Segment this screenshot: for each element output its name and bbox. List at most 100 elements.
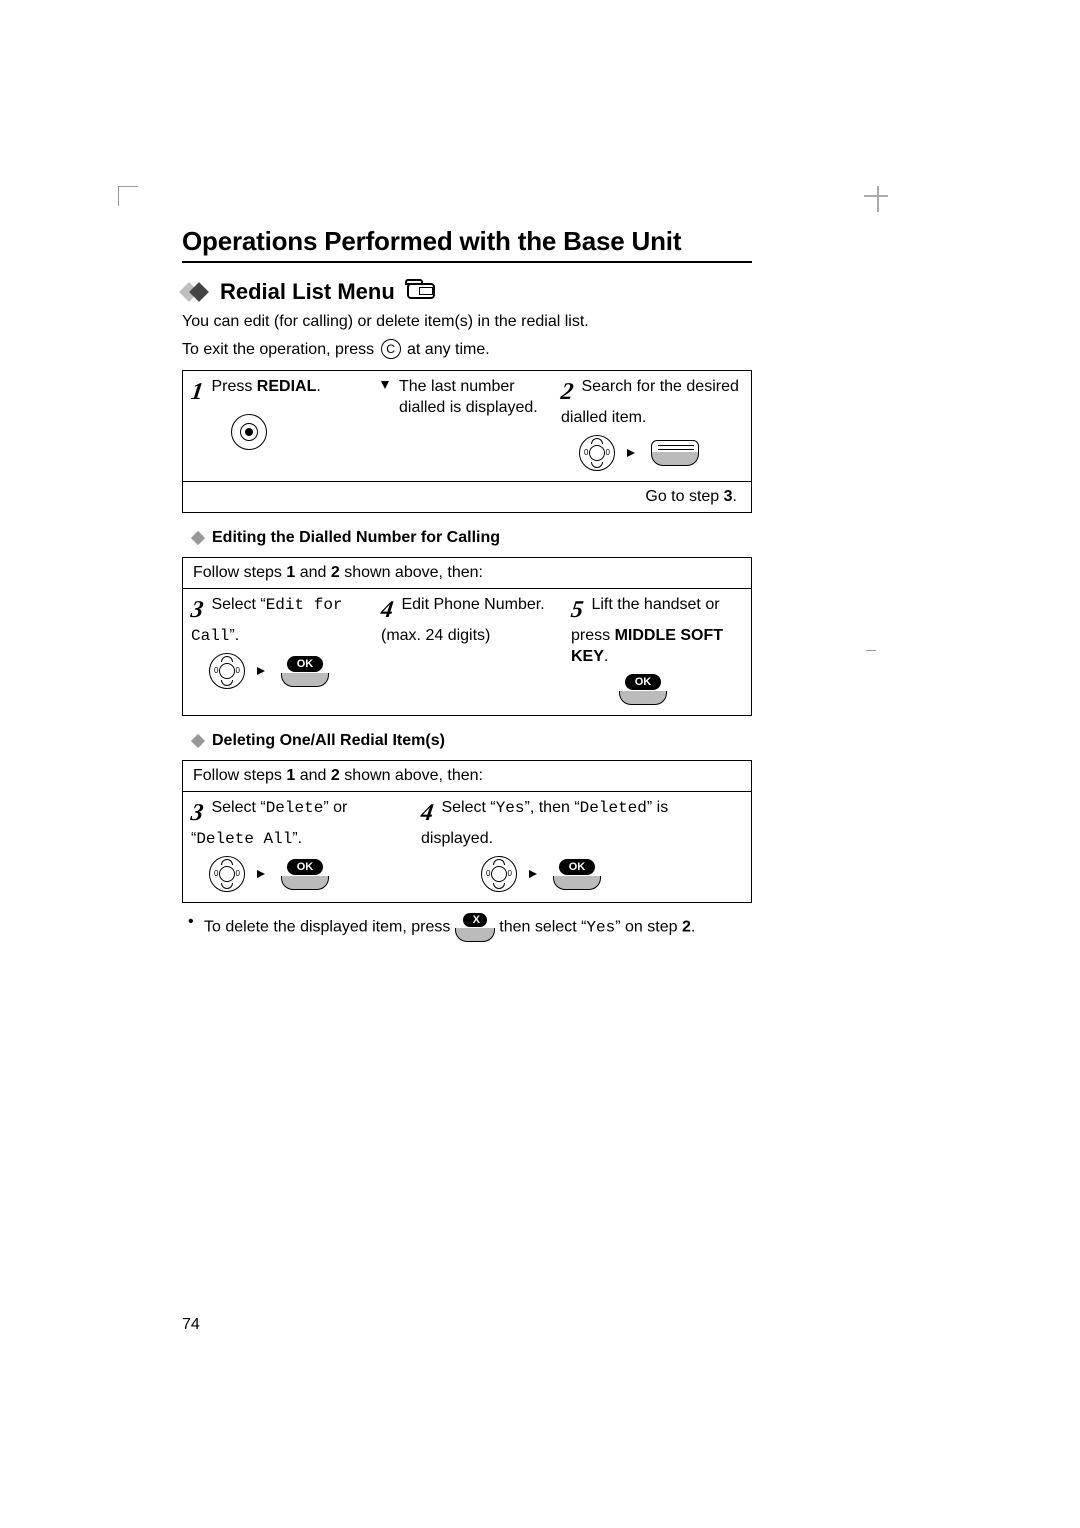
step-number-4b: 4 — [419, 798, 435, 829]
pb3-m2: Delete All — [196, 830, 292, 848]
intro-line-2: To exit the operation, press C at any ti… — [182, 339, 752, 361]
pb-step3-text: Select “Delete” or “Delete All”. — [191, 799, 347, 847]
step-number-1: 1 — [189, 377, 205, 408]
diamond-bullet-icon — [182, 283, 210, 301]
ok-label: OK — [287, 859, 324, 875]
intro-line-1: You can edit (for calling) or delete ite… — [182, 311, 752, 333]
step-number-3b: 3 — [189, 798, 205, 829]
pb-intro-post: shown above, then: — [340, 767, 483, 784]
ok-label: OK — [287, 656, 324, 672]
step1-bold: REDIAL — [257, 378, 317, 395]
foot-post: ” on step — [615, 919, 682, 936]
foot-mid: then select “ — [499, 919, 586, 936]
step1-pre: Press — [211, 378, 256, 395]
step1-note: The last number dialled is displayed. — [399, 377, 545, 419]
arrow-down-icon — [381, 381, 389, 389]
x-label: X — [463, 913, 487, 927]
section-heading-row: Redial List Menu — [182, 279, 752, 305]
intro2-pre: To exit the operation, press — [182, 341, 379, 358]
pa-step3: 3 Select “Edit for Call”. 00 OK — [183, 589, 373, 715]
page-number: 74 — [182, 1316, 200, 1334]
bullet-icon: • — [188, 913, 196, 931]
pa5-post: . — [604, 648, 608, 665]
panel-b-intro: Follow steps 1 and 2 shown above, then: — [183, 761, 751, 792]
pb-step3-graphic: 00 OK — [191, 856, 405, 892]
crop-mark-right — [866, 650, 876, 651]
dpad-icon: 00 — [481, 856, 517, 892]
page-title: Operations Performed with the Base Unit — [182, 226, 752, 257]
c-key-icon: C — [381, 339, 401, 359]
pa-intro-post: shown above, then: — [340, 564, 483, 581]
diamond-small-icon — [192, 735, 204, 747]
step-1-cell: 1 Press REDIAL. — [183, 371, 373, 481]
step-2-cell: 2 Search for the desired dialled item. 0… — [553, 371, 751, 481]
pb-step3: 3 Select “Delete” or “Delete All”. 00 OK — [183, 792, 413, 902]
pb-step4: 4 Select “Yes”, then “Deleted” is displa… — [413, 792, 751, 902]
arrow-right-icon — [257, 869, 269, 879]
ok-softkey-icon: OK — [619, 674, 667, 705]
crop-mark-tl — [118, 186, 138, 206]
arrow-right-icon — [257, 666, 269, 676]
pb4-m1: Yes — [496, 799, 525, 817]
step-1-note-cell: The last number dialled is displayed. — [373, 371, 553, 481]
step2-graphic: 00 — [561, 435, 743, 471]
pb-intro-pre: Follow steps — [193, 767, 286, 784]
ok-softkey-icon: OK — [281, 859, 329, 890]
section-title: Redial List Menu — [220, 279, 395, 305]
step1-post: . — [316, 378, 320, 395]
panel1-row: 1 Press REDIAL. The last number dialled … — [183, 371, 751, 481]
foot-bold: 2 — [682, 919, 691, 936]
pa3-pre: Select “ — [211, 596, 265, 613]
panel-steps-1-2: 1 Press REDIAL. The last number dialled … — [182, 370, 752, 513]
panel-a-steps: 3 Select “Edit for Call”. 00 OK 4 Edit P… — [183, 589, 751, 715]
pa3-post: ”. — [229, 627, 239, 644]
pa-step3-text: Select “Edit for Call”. — [191, 596, 343, 644]
pb4-pre: Select “ — [441, 799, 495, 816]
ok-label: OK — [559, 859, 596, 875]
panel-a-intro: Follow steps 1 and 2 shown above, then: — [183, 558, 751, 589]
pa-step4: 4 Edit Phone Number. (max. 24 digits) — [373, 589, 563, 715]
pb-intro-mid: and — [295, 767, 331, 784]
pa4-b: (max. 24 digits) — [381, 627, 490, 644]
ok-softkey-icon: OK — [553, 859, 601, 890]
pb-step4-graphic: 00 OK — [421, 856, 743, 892]
pb-intro-b2: 2 — [331, 767, 340, 784]
pb3-pre: Select “ — [211, 799, 265, 816]
pb3-m1: Delete — [266, 799, 324, 817]
subheading-b: Deleting One/All Redial Item(s) — [212, 732, 445, 750]
crop-mark-tr-h — [864, 195, 888, 197]
pa-intro-pre: Follow steps — [193, 564, 286, 581]
arrow-right-icon — [627, 448, 639, 458]
intro2-post: at any time. — [407, 341, 490, 358]
foot-pre: To delete the displayed item, press — [204, 919, 455, 936]
pa4-a: Edit Phone Number. — [401, 596, 544, 613]
pa-intro-b2: 2 — [331, 564, 340, 581]
ok-softkey-icon: OK — [281, 656, 329, 687]
dpad-icon: 00 — [209, 653, 245, 689]
pb-intro-b1: 1 — [286, 767, 295, 784]
pa-intro-b1: 1 — [286, 564, 295, 581]
subheading-a-row: Editing the Dialled Number for Calling — [192, 529, 752, 547]
nav-dial-icon — [231, 414, 267, 450]
foot-mono: Yes — [586, 919, 615, 937]
goto-bold: 3 — [724, 488, 733, 505]
footnote: • To delete the displayed item, press X … — [188, 913, 752, 942]
goto-row: Go to step 3. — [183, 481, 751, 512]
footnote-text: To delete the displayed item, press X th… — [204, 913, 695, 942]
page-content: Operations Performed with the Base Unit … — [182, 226, 752, 942]
subheading-a: Editing the Dialled Number for Calling — [212, 529, 500, 547]
pa-intro-mid: and — [295, 564, 331, 581]
ok-label: OK — [625, 674, 662, 690]
pb4-m2: Deleted — [580, 799, 647, 817]
crop-mark-tr-v — [877, 186, 879, 212]
pa-step3-graphic: 00 OK — [191, 653, 365, 689]
base-unit-icon — [405, 281, 439, 303]
pa-step5-graphic: OK — [571, 674, 743, 705]
step1-graphic — [191, 414, 365, 450]
goto-post: . — [733, 488, 737, 505]
dpad-icon: 00 — [209, 856, 245, 892]
panel-a: Follow steps 1 and 2 shown above, then: … — [182, 557, 752, 716]
pb3-post: ”. — [292, 830, 302, 847]
dpad-icon: 00 — [579, 435, 615, 471]
pa-step5: 5 Lift the handset or press MIDDLE SOFT … — [563, 589, 751, 715]
